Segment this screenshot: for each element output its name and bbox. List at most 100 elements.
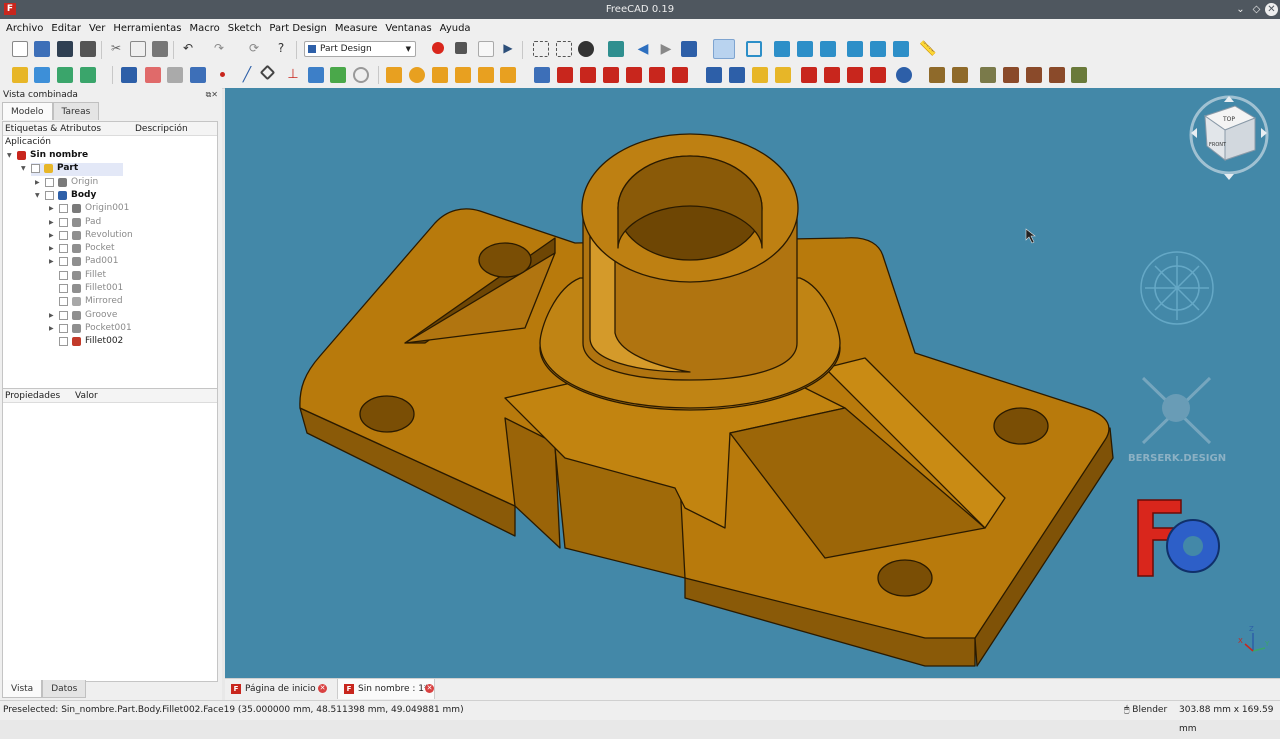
linear-pattern-icon[interactable]	[729, 67, 745, 83]
collapse-arrow-icon[interactable]: ▶	[35, 176, 40, 189]
visibility-checkbox[interactable]	[59, 284, 68, 293]
draft-icon[interactable]	[847, 67, 863, 83]
visibility-checkbox[interactable]	[59, 244, 68, 254]
link-icon[interactable]	[57, 67, 73, 83]
tree-item-pad[interactable]: ▶ Pad	[3, 216, 217, 229]
subtractive-loft-icon[interactable]	[603, 67, 619, 83]
subtractive-helix-icon[interactable]	[649, 67, 665, 83]
macro-play-icon[interactable]: ▶	[500, 41, 516, 57]
tab-modelo[interactable]: Modelo	[2, 102, 53, 120]
collapse-arrow-icon[interactable]: ▶	[49, 255, 54, 268]
navigation-cube[interactable]: TOP FRONT	[1189, 95, 1269, 180]
tree-item-origin001[interactable]: ▶ Origin001	[3, 202, 217, 215]
column-labels[interactable]: Etiquetas & Atributos	[5, 122, 101, 136]
collapse-arrow-icon[interactable]: ▶	[49, 242, 54, 255]
open-file-icon[interactable]	[34, 41, 50, 57]
menu-macro[interactable]: Macro	[185, 23, 223, 34]
bounding-box-icon[interactable]	[608, 41, 624, 57]
save-icon[interactable]	[57, 41, 73, 57]
chamfer-icon[interactable]	[824, 67, 840, 83]
visibility-checkbox[interactable]	[59, 297, 68, 307]
tree-item-fillet002[interactable]: Fillet002	[3, 335, 217, 348]
tree-item-pocket[interactable]: ▶ Pocket	[3, 242, 217, 255]
minimize-icon[interactable]: ⌄	[1234, 3, 1247, 16]
expand-arrow-icon[interactable]: ▼	[7, 149, 12, 162]
part-model[interactable]	[299, 133, 1114, 667]
pocket-icon[interactable]	[534, 67, 550, 83]
clone-icon[interactable]	[308, 67, 324, 83]
draw-style-icon[interactable]	[578, 41, 594, 57]
view-left-icon[interactable]	[893, 41, 909, 57]
fillet-icon[interactable]	[801, 67, 817, 83]
tree-item-revolution[interactable]: ▶ Revolution	[3, 229, 217, 242]
tab-tareas[interactable]: Tareas	[52, 102, 100, 120]
tree-item-part[interactable]: ▼ Part	[3, 162, 217, 175]
tree-item-pad001[interactable]: ▶ Pad001	[3, 255, 217, 268]
view-top-icon[interactable]	[797, 41, 813, 57]
column-value[interactable]: Valor	[75, 389, 98, 403]
local-coordinate-icon[interactable]: ⊥	[285, 67, 301, 83]
involute-gear-icon[interactable]	[353, 67, 369, 83]
visibility-checkbox[interactable]	[45, 190, 54, 200]
boolean-icon[interactable]	[896, 67, 912, 83]
3d-viewport[interactable]: TOP FRONT BERSERK.DESIGN Z Y X	[225, 88, 1280, 678]
close-icon[interactable]: ✕	[1265, 3, 1278, 16]
subtractive-primitive-icon[interactable]	[672, 67, 688, 83]
thickness-icon[interactable]	[870, 67, 886, 83]
subtractive-pipe-icon[interactable]	[626, 67, 642, 83]
create-group-icon[interactable]	[34, 67, 50, 83]
maximize-icon[interactable]: ◇	[1250, 3, 1263, 16]
cut-icon[interactable]: ✂	[108, 41, 124, 57]
view-front-icon[interactable]	[774, 41, 790, 57]
fit-all-icon[interactable]	[533, 41, 549, 57]
tree-item-groove[interactable]: ▶ Groove	[3, 309, 217, 322]
create-part-icon[interactable]	[12, 67, 28, 83]
tab-vista[interactable]: Vista	[2, 680, 43, 698]
menu-editar[interactable]: Editar	[47, 23, 85, 34]
macro-record-icon[interactable]	[432, 42, 444, 54]
menu-archivo[interactable]: Archivo	[2, 23, 47, 34]
close-tab-icon[interactable]: ✕	[425, 684, 434, 693]
fasteners-icon[interactable]	[980, 67, 996, 83]
tree-item-sin nombre[interactable]: ▼ Sin nombre	[3, 149, 217, 162]
view-right-icon[interactable]	[820, 41, 836, 57]
view-rear-icon[interactable]	[847, 41, 863, 57]
menu-part-design[interactable]: Part Design	[265, 23, 330, 34]
additive-helix-icon[interactable]	[478, 67, 494, 83]
sprocket-icon[interactable]	[929, 67, 945, 83]
view-isometric-icon[interactable]	[746, 41, 762, 57]
collapse-arrow-icon[interactable]: ▶	[49, 322, 54, 335]
datum-line-icon[interactable]: ╱	[239, 67, 255, 83]
tree-item-fillet001[interactable]: Fillet001	[3, 282, 217, 295]
shaft-design-icon[interactable]	[952, 67, 968, 83]
datum-plane-icon[interactable]	[259, 64, 276, 81]
column-properties[interactable]: Propiedades	[5, 389, 60, 403]
tab-datos[interactable]: Datos	[42, 680, 87, 698]
sync-view-icon[interactable]	[681, 41, 697, 57]
revolution-icon[interactable]	[409, 67, 425, 83]
pad-icon[interactable]	[386, 67, 402, 83]
column-description[interactable]: Descripción	[135, 122, 188, 136]
additive-loft-icon[interactable]	[432, 67, 448, 83]
measure-icon[interactable]: 📏	[919, 41, 936, 57]
tab-sin-nombre[interactable]: F Sin nombre : 1* ✕	[337, 679, 435, 699]
create-body-icon[interactable]	[121, 67, 137, 83]
menu-ayuda[interactable]: Ayuda	[436, 23, 475, 34]
menu-ventanas[interactable]: Ventanas	[381, 23, 435, 34]
datum-point-icon[interactable]	[220, 72, 225, 77]
additive-primitive-icon[interactable]	[500, 67, 516, 83]
polar-pattern-icon[interactable]	[752, 67, 768, 83]
screw-icon[interactable]	[1003, 67, 1019, 83]
new-document-icon[interactable]	[12, 41, 28, 57]
visibility-checkbox[interactable]	[59, 230, 68, 240]
macro-list-icon[interactable]	[478, 41, 494, 57]
menu-ver[interactable]: Ver	[85, 23, 109, 34]
navigation-style[interactable]: 🖱 Blender	[1124, 701, 1167, 720]
additive-pipe-icon[interactable]	[455, 67, 471, 83]
collapse-arrow-icon[interactable]: ▶	[49, 202, 54, 215]
tree-item-fillet[interactable]: Fillet	[3, 269, 217, 282]
visibility-checkbox[interactable]	[31, 164, 40, 174]
tab-start-page[interactable]: F Página de inicio ✕	[225, 679, 327, 699]
visibility-checkbox[interactable]	[59, 323, 68, 333]
hole-icon[interactable]	[557, 67, 573, 83]
